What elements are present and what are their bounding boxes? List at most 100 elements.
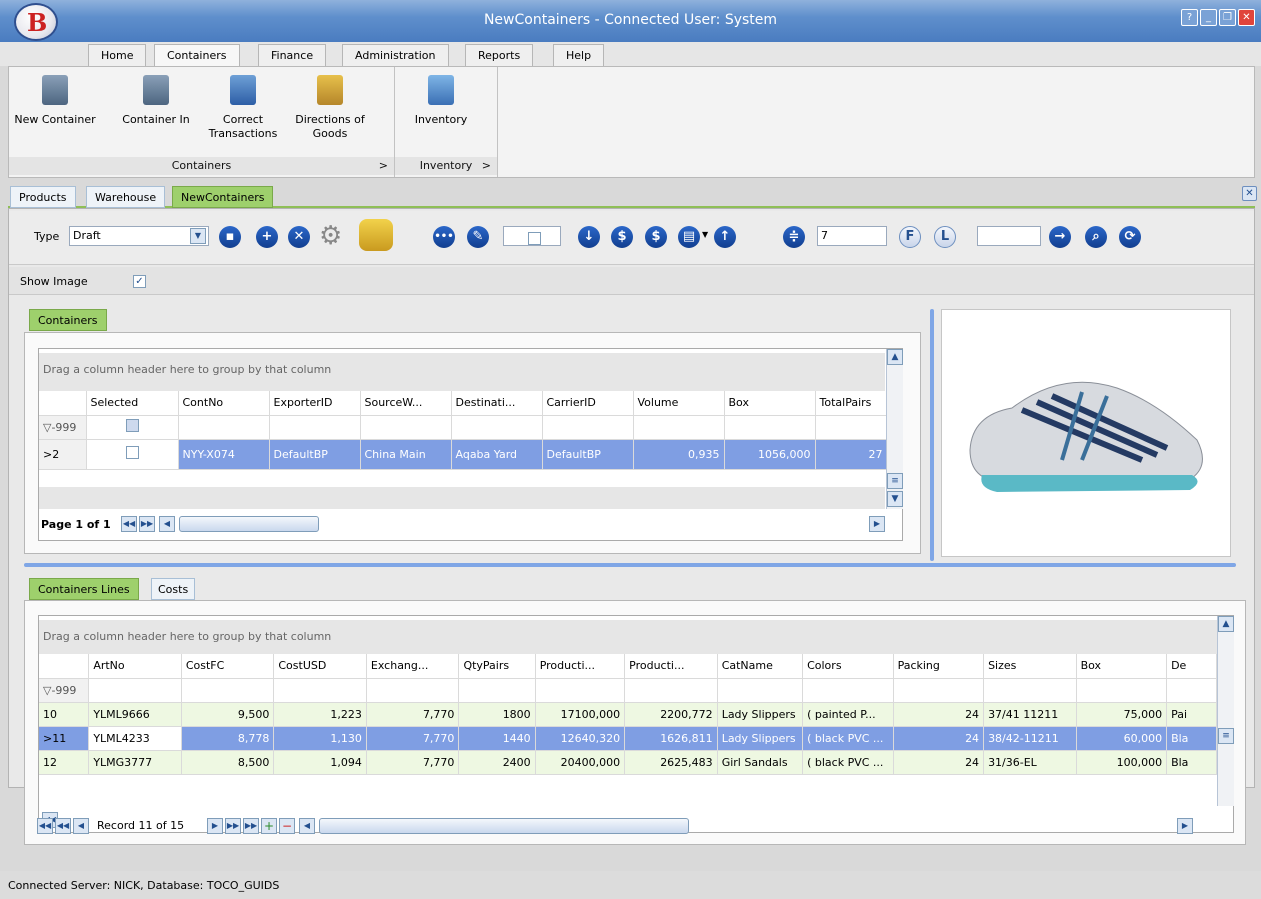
costs-tab[interactable]: Costs [151,578,196,600]
column-header[interactable]: SourceW... [360,391,452,416]
filter-icon[interactable]: ▽-999 [39,415,87,440]
column-header[interactable]: CostFC [181,654,275,679]
tab-home[interactable]: Home [88,44,147,66]
cell[interactable]: Bla [1166,726,1217,751]
table-row[interactable]: 10 YLML9666 9,500 1,223 7,770 1800 17100… [39,702,1217,727]
ellipsis-icon[interactable]: ••• [433,226,455,248]
cell-carrierid[interactable]: DefaultBP [542,439,634,470]
scroll-up-icon[interactable]: ▲ [887,349,903,365]
column-header[interactable]: Destinati... [451,391,543,416]
tab-reports[interactable]: Reports [465,44,534,66]
scroll-left-icon[interactable]: ◀ [159,516,175,532]
tab-finance[interactable]: Finance [258,44,327,66]
tab-containers[interactable]: Containers [154,44,240,68]
cell[interactable]: 1800 [458,702,536,727]
column-header[interactable]: Packing [893,654,985,679]
show-image-checkbox[interactable]: ✓ [133,275,146,288]
filter-row[interactable]: ▽-999 [39,415,888,440]
doc-tab-products[interactable]: Products [10,186,76,208]
cell-sourcew[interactable]: China Main [360,439,452,470]
refresh-icon[interactable]: ⟳ [1119,226,1141,248]
scroll-right-icon[interactable]: ▶ [869,516,885,532]
cell[interactable]: 1,130 [273,726,367,751]
restore-button[interactable]: ❐ [1219,9,1236,26]
cell[interactable]: YLML4233 [88,726,182,751]
cell[interactable]: 2200,772 [624,702,718,727]
column-header[interactable]: Box [1076,654,1168,679]
first-button[interactable]: F [899,226,921,248]
edit-icon[interactable]: ✎ [467,226,489,248]
tab-help[interactable]: Help [553,44,605,66]
column-header[interactable]: Producti... [624,654,718,679]
cell[interactable]: 1626,811 [624,726,718,751]
cell[interactable]: Lady Slippers [717,702,804,727]
minimize-button[interactable]: _ [1200,9,1217,26]
cell[interactable]: 24 [893,702,985,727]
cell[interactable]: 38/42-11211 [983,726,1077,751]
first-record-icon[interactable]: ◀◀ [37,818,53,834]
cell[interactable]: 24 [893,726,985,751]
scroll-thumb-icon[interactable]: ≡ [887,473,903,489]
checkbox[interactable] [528,232,541,245]
containers-lines-tab[interactable]: Containers Lines [29,578,139,600]
column-header[interactable]: Box [724,391,816,416]
scroll-up-icon[interactable]: ▲ [1218,616,1234,632]
cell[interactable]: 1,223 [273,702,367,727]
prev-page-icon[interactable]: ◀◀ [121,516,137,532]
cell-exporterid[interactable]: DefaultBP [269,439,361,470]
column-header[interactable]: Sizes [983,654,1077,679]
group-expander-icon[interactable]: > [379,159,388,172]
cell-contno[interactable]: NYY-X074 [178,439,270,470]
delete-icon[interactable]: ✕ [288,226,310,248]
chevron-down-icon[interactable]: ▼ [190,228,206,244]
column-header[interactable]: De [1166,654,1217,679]
column-header[interactable]: CostUSD [273,654,367,679]
align-icon[interactable]: ≑ [783,226,805,248]
cell[interactable]: 7,770 [366,726,460,751]
close-document-icon[interactable]: ✕ [1242,186,1257,201]
scroll-left-icon[interactable]: ◀ [299,818,315,834]
cell[interactable]: YLML9666 [88,702,182,727]
column-header[interactable]: Colors [802,654,894,679]
column-header[interactable]: Producti... [535,654,626,679]
remove-record-icon[interactable]: − [279,818,295,834]
cell[interactable]: Pai [1166,702,1217,727]
column-header[interactable]: ContNo [178,391,270,416]
cell[interactable]: 12640,320 [535,726,626,751]
inventory-button[interactable]: Inventory [401,75,481,127]
next-record-icon[interactable]: ▶ [207,818,223,834]
cell-totalpairs[interactable]: 27 [815,439,888,470]
document-icon[interactable]: ▤ [678,226,700,248]
goto-field[interactable] [977,226,1041,246]
type-combo[interactable]: Draft [69,226,209,246]
cell-box[interactable]: 1056,000 [724,439,816,470]
cell[interactable]: ( painted P... [802,702,894,727]
directions-of-goods-button[interactable]: Directions of Goods [295,75,365,141]
last-record-icon[interactable]: ▶▶ [243,818,259,834]
horizontal-scroll-thumb[interactable] [319,818,689,834]
help-icon[interactable]: ? [1181,9,1198,26]
horizontal-scroll-thumb[interactable] [179,516,319,532]
column-header[interactable]: Exchang... [366,654,460,679]
cell[interactable]: 8,778 [181,726,275,751]
number-field[interactable]: 7 [817,226,887,246]
column-header[interactable]: ArtNo [88,654,182,679]
filter-icon[interactable]: ▽-999 [39,678,90,703]
save-icon[interactable]: ▪ [219,226,241,248]
next-page-icon[interactable]: ▶▶ [225,818,241,834]
prev-record-icon[interactable]: ◀ [73,818,89,834]
column-header[interactable]: Volume [633,391,725,416]
vertical-scrollbar[interactable]: ▲ ≡ ▼ [886,349,903,509]
cell[interactable]: 60,000 [1076,726,1168,751]
cell[interactable]: 17100,000 [535,702,626,727]
column-header[interactable]: ExporterID [269,391,361,416]
arrow-down-icon[interactable]: ↓ [578,226,600,248]
cell[interactable]: Lady Slippers [717,726,804,751]
cell[interactable]: ( black PVC ... [802,726,894,751]
doc-tab-warehouse[interactable]: Warehouse [86,186,166,208]
column-header[interactable]: CatName [717,654,804,679]
filter-row[interactable]: ▽-999 [39,678,1217,703]
gears-icon[interactable]: ⚙ [319,221,342,251]
container-in-button[interactable]: Container In [113,75,199,127]
new-container-button[interactable]: New Container [11,75,99,127]
